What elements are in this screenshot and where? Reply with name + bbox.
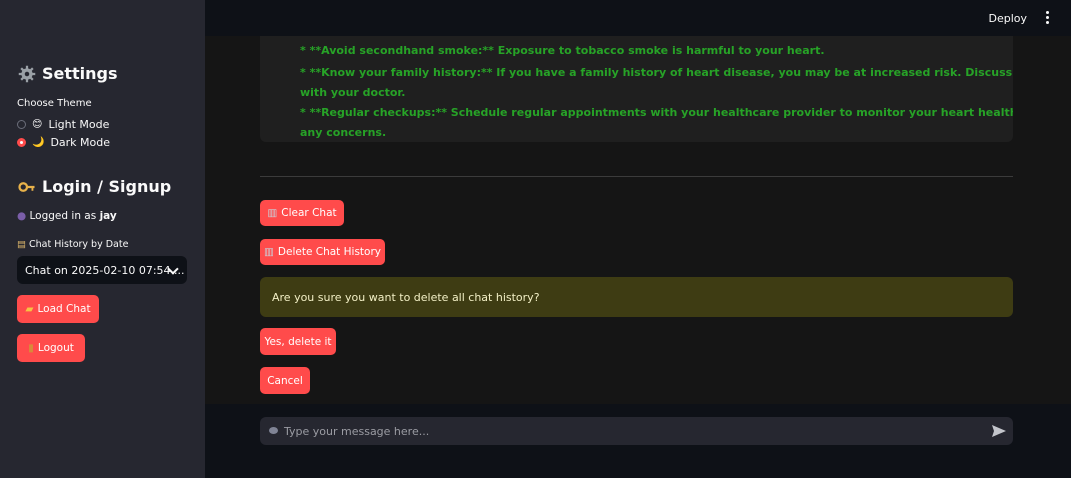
trash-icon: ▥ — [264, 246, 274, 258]
gear-icon — [18, 65, 36, 82]
cancel-button[interactable]: Cancel — [260, 367, 310, 394]
radio-dark-mode[interactable]: 🌙 Dark Mode — [17, 136, 110, 149]
logged-in-status: ● Logged in as jay — [17, 210, 117, 222]
load-chat-button[interactable]: ▰ Load Chat — [17, 295, 99, 323]
trash-icon: ▥ — [267, 207, 278, 219]
folder-icon: ▰ — [25, 303, 34, 315]
login-title: Login / Signup — [42, 177, 172, 196]
history-label-row: ▤ Chat History by Date — [17, 239, 128, 250]
radio-unchecked-icon[interactable] — [17, 120, 26, 129]
message-line: * **Avoid secondhand smoke:** Exposure t… — [300, 44, 825, 57]
send-icon[interactable] — [992, 425, 1006, 437]
confirm-delete-button[interactable]: Yes, delete it — [260, 328, 336, 355]
confirm-text: Are you sure you want to delete all chat… — [272, 290, 540, 304]
login-heading: Login / Signup — [18, 177, 171, 196]
message-line: any concerns. — [300, 126, 387, 139]
main-content: * **Avoid secondhand smoke:** Exposure t… — [205, 36, 1071, 404]
radio-checked-icon[interactable] — [17, 138, 26, 147]
user-icon: ● — [17, 210, 27, 222]
logout-button[interactable]: ▮ Logout — [17, 334, 85, 362]
key-icon — [18, 181, 35, 192]
delete-confirmation-alert: Are you sure you want to delete all chat… — [260, 277, 1013, 317]
chat-input[interactable]: Type your message here... — [260, 417, 1013, 445]
message-line: * **Know your family history:** If you h… — [300, 66, 1013, 79]
dark-mode-emoji: 🌙 — [32, 137, 45, 148]
assistant-message: * **Avoid secondhand smoke:** Exposure t… — [260, 36, 1013, 142]
light-mode-label: Light Mode — [48, 118, 110, 131]
cancel-label: Cancel — [267, 374, 303, 387]
clear-chat-button[interactable]: ▥ Clear Chat — [260, 200, 344, 226]
deploy-button[interactable]: Deploy — [988, 12, 1027, 25]
message-line: * **Regular checkups:** Schedule regular… — [300, 106, 1013, 119]
radio-light-mode[interactable]: 😊 Light Mode — [17, 118, 109, 131]
light-mode-emoji: 😊 — [32, 119, 43, 130]
sidebar: Settings Choose Theme 😊 Light Mode 🌙 Dar… — [0, 0, 205, 478]
chat-history-select[interactable]: Chat on 2025-02-10 07:54 ... — [17, 256, 187, 284]
clear-chat-label: Clear Chat — [281, 207, 337, 219]
theme-label: Choose Theme — [17, 98, 92, 109]
settings-heading: Settings — [18, 64, 118, 83]
message-line: with your doctor. — [300, 86, 406, 99]
main-menu-icon[interactable] — [1046, 11, 1050, 26]
delete-history-label: Delete Chat History — [277, 246, 381, 258]
confirm-delete-label: Yes, delete it — [264, 335, 332, 348]
divider — [260, 176, 1013, 177]
chat-bubble-icon — [269, 427, 278, 434]
delete-history-button[interactable]: ▥ Delete Chat History — [260, 239, 385, 265]
settings-title: Settings — [42, 64, 118, 83]
chat-history-selected: Chat on 2025-02-10 07:54 ... — [25, 263, 185, 277]
door-icon: ▮ — [28, 342, 34, 354]
logged-in-prefix: Logged in as — [29, 210, 100, 222]
history-label: Chat History by Date — [29, 239, 129, 250]
chat-input-area: Type your message here... — [205, 404, 1071, 478]
dark-mode-label: Dark Mode — [50, 136, 111, 149]
chat-input-placeholder: Type your message here... — [284, 424, 430, 438]
username: jay — [99, 210, 117, 222]
top-header: Deploy — [205, 0, 1071, 36]
scroll-icon: ▤ — [17, 239, 26, 250]
load-chat-label: Load Chat — [37, 303, 91, 315]
logout-label: Logout — [37, 342, 74, 354]
